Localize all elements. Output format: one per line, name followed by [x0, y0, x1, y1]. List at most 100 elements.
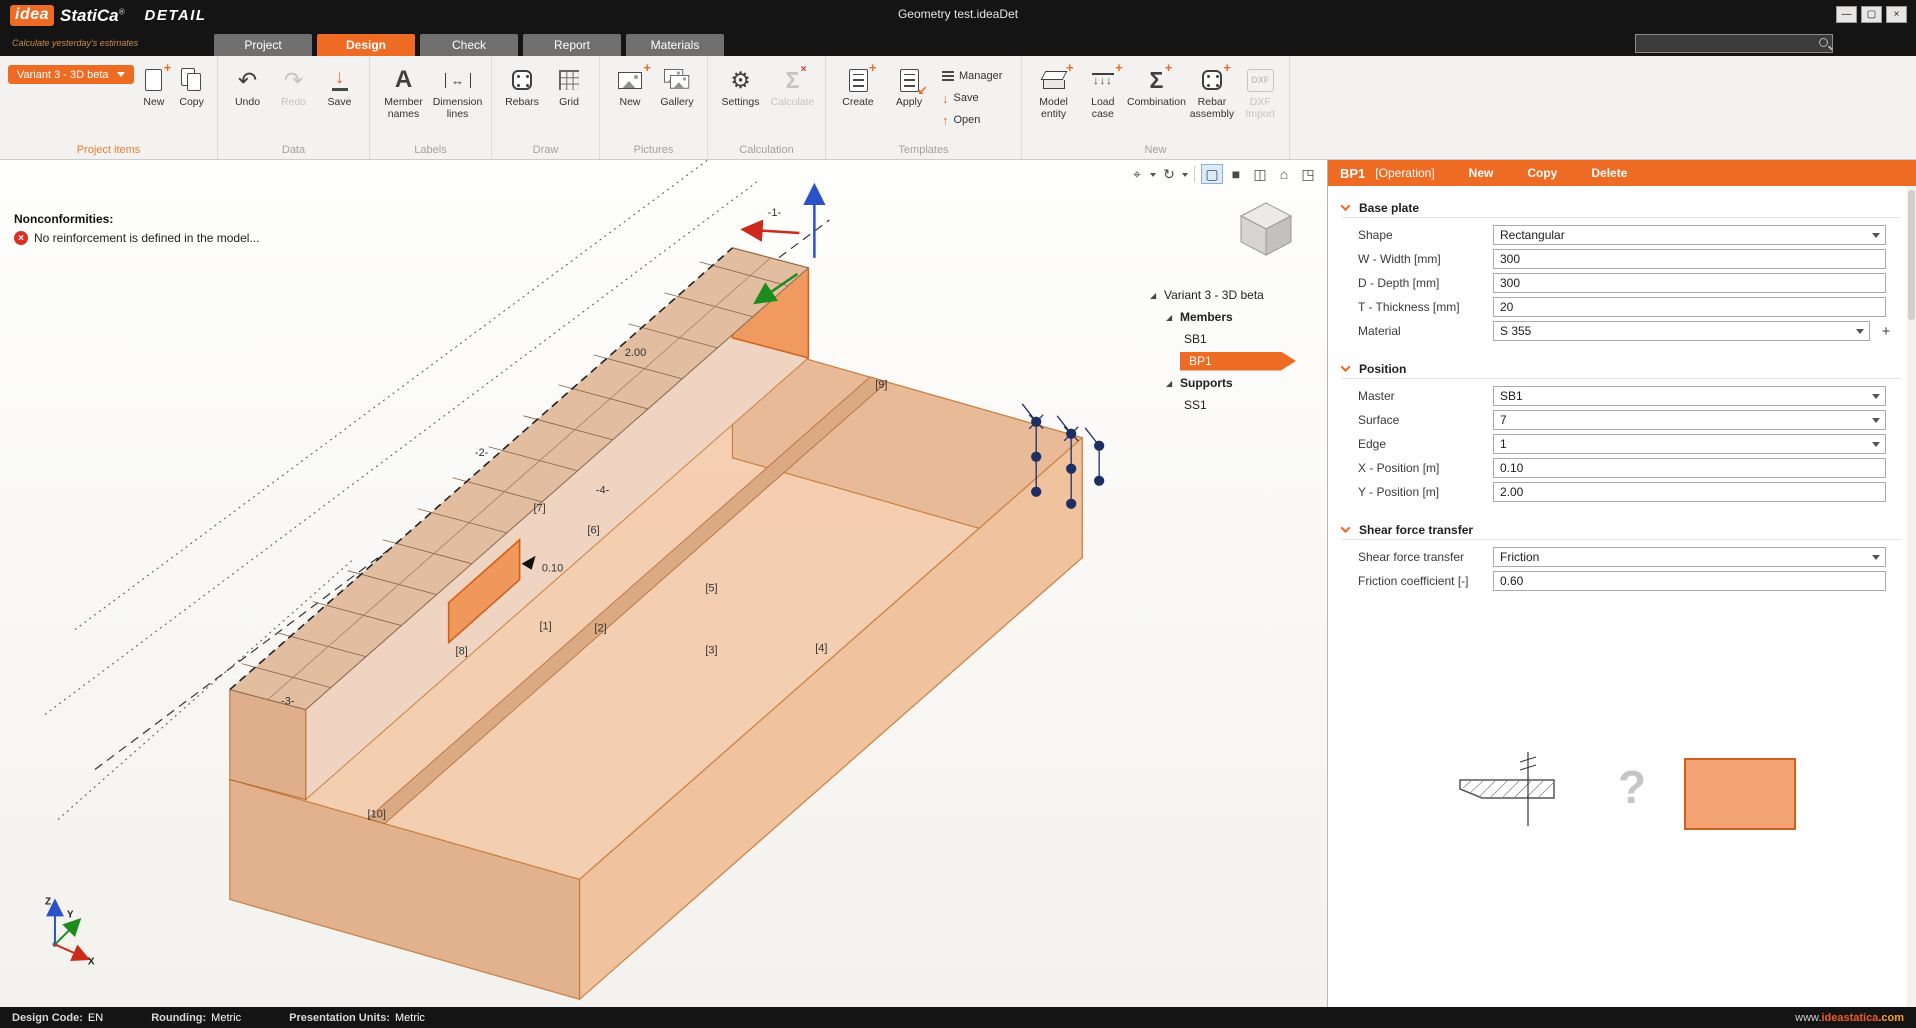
- apply-arrow-icon: ↙: [917, 83, 927, 97]
- grid-toggle[interactable]: Grid: [547, 60, 591, 134]
- section-tool-chevron-icon[interactable]: [1150, 173, 1156, 180]
- surface-select[interactable]: 7: [1493, 410, 1886, 430]
- thickness-input[interactable]: 20: [1493, 297, 1886, 317]
- shape-select[interactable]: Rectangular: [1493, 225, 1886, 245]
- template-create-button[interactable]: + Create: [834, 60, 882, 134]
- tree-item-members[interactable]: ◢ Members: [1150, 306, 1296, 328]
- variant-selector-label: Variant 3 - 3D beta: [17, 69, 109, 81]
- dxf-import-button[interactable]: DXF DXF Import: [1240, 60, 1282, 134]
- tree-item-sb1[interactable]: SB1: [1150, 328, 1296, 350]
- orbit-tool-chevron-icon[interactable]: [1182, 173, 1188, 180]
- save-button[interactable]: ↓ Save: [318, 60, 361, 134]
- gallery-button[interactable]: Gallery: [655, 60, 699, 134]
- shaded-view-icon[interactable]: ◫: [1249, 164, 1271, 184]
- search-box: [1635, 34, 1833, 53]
- member-names-label: Member names: [378, 97, 429, 120]
- calculate-button[interactable]: Σ× Calculate: [768, 60, 817, 134]
- surface-label: [6]: [587, 525, 599, 537]
- shear-transfer-select[interactable]: Friction: [1493, 547, 1886, 567]
- group-label-calculation: Calculation: [708, 144, 825, 156]
- friction-coefficient-label: Friction coefficient [-]: [1358, 574, 1468, 588]
- calculate-disabled-icon: ×: [801, 64, 807, 75]
- maximize-icon[interactable]: ▢: [1861, 6, 1882, 23]
- material-select[interactable]: S 355: [1493, 321, 1870, 341]
- orbit-tool-icon[interactable]: ↻: [1158, 164, 1180, 184]
- undo-button[interactable]: ↶ Undo: [226, 60, 269, 134]
- chevron-down-icon[interactable]: [1341, 201, 1351, 211]
- rebars-toggle[interactable]: Rebars: [500, 60, 544, 134]
- thickness-value: 20: [1500, 300, 1513, 314]
- tab-check[interactable]: Check: [420, 34, 518, 56]
- fit-view-icon[interactable]: ◳: [1297, 164, 1319, 184]
- expander-icon[interactable]: ◢: [1150, 291, 1159, 300]
- variant-selector-button[interactable]: Variant 3 - 3D beta: [8, 65, 134, 84]
- friction-coefficient-input[interactable]: 0.60: [1493, 571, 1886, 591]
- combination-sigma-icon: Σ: [1150, 67, 1164, 94]
- template-manager-button[interactable]: Manager: [936, 66, 1008, 86]
- width-value: 300: [1500, 252, 1520, 266]
- operation-copy-button[interactable]: Copy: [1527, 166, 1557, 180]
- expander-icon[interactable]: ◢: [1166, 313, 1175, 322]
- plate-plan-preview: [1684, 758, 1796, 830]
- x-position-input[interactable]: 0.10: [1493, 458, 1886, 478]
- dimension-lines-toggle[interactable]: ↔ Dimension lines: [432, 60, 483, 134]
- chevron-down-icon[interactable]: [1341, 362, 1351, 372]
- section-tool-icon[interactable]: ⌖: [1126, 164, 1148, 184]
- master-select[interactable]: SB1: [1493, 386, 1886, 406]
- navigation-cube[interactable]: [1231, 192, 1301, 262]
- chevron-down-icon: [117, 72, 125, 81]
- tree-item-variant[interactable]: ◢ Variant 3 - 3D beta: [1150, 284, 1296, 306]
- tree-item-ss1[interactable]: SS1: [1150, 394, 1296, 416]
- new-rebar-assembly-label: Rebar assembly: [1187, 97, 1236, 120]
- new-picture-button[interactable]: + New: [608, 60, 652, 134]
- y-position-input[interactable]: 2.00: [1493, 482, 1886, 502]
- new-combination-button[interactable]: Σ+ Combination: [1128, 60, 1184, 134]
- ribbon-group-calculation: ⚙ Settings Σ× Calculate Calculation: [708, 56, 826, 159]
- model-canvas[interactable]: 2.00 0.10 -1- -2- -3- -4- [1] [2] [3] [4…: [0, 160, 1327, 1006]
- redo-button[interactable]: ↷ Redo: [272, 60, 315, 134]
- website-link[interactable]: www.ideastatica.com: [1795, 1012, 1904, 1024]
- new-rebar-assembly-button[interactable]: + Rebar assembly: [1187, 60, 1236, 134]
- close-icon[interactable]: ×: [1886, 6, 1907, 23]
- minimize-icon[interactable]: —: [1836, 6, 1857, 23]
- operation-new-button[interactable]: New: [1469, 166, 1494, 180]
- new-picture-icon: [618, 72, 642, 89]
- home-view-icon[interactable]: ⌂: [1273, 164, 1295, 184]
- new-project-item-button[interactable]: + New: [137, 60, 172, 134]
- chevron-down-icon[interactable]: [1341, 523, 1351, 533]
- tree-item-bp1[interactable]: BP1: [1150, 350, 1296, 372]
- tree-item-supports[interactable]: ◢ Supports: [1150, 372, 1296, 394]
- wireframe-view-icon[interactable]: ▢: [1201, 164, 1223, 184]
- template-apply-button[interactable]: ↙ Apply: [885, 60, 933, 134]
- copy-project-item-button[interactable]: Copy: [174, 60, 209, 134]
- save-label: Save: [328, 97, 352, 109]
- new-model-entity-button[interactable]: + Model entity: [1030, 60, 1077, 134]
- properties-panel: BP1 [Operation] New Copy Delete Base pla…: [1328, 160, 1916, 1007]
- settings-button[interactable]: ⚙ Settings: [716, 60, 765, 134]
- template-save-button[interactable]: ↓ Save: [936, 88, 1008, 108]
- depth-input[interactable]: 300: [1493, 273, 1886, 293]
- template-create-label: Create: [842, 97, 874, 109]
- properties-header: BP1 [Operation] New Copy Delete: [1328, 160, 1916, 186]
- template-open-button[interactable]: ↑ Open: [936, 110, 1008, 130]
- chevron-down-icon: [1872, 394, 1880, 403]
- member-names-toggle[interactable]: A Member names: [378, 60, 429, 134]
- search-input[interactable]: [1636, 35, 1832, 52]
- tab-design[interactable]: Design: [317, 34, 415, 56]
- edge-select[interactable]: 1: [1493, 434, 1886, 454]
- add-material-button[interactable]: +: [1877, 321, 1895, 341]
- template-create-icon: [849, 69, 868, 92]
- surface-label: [2]: [594, 623, 606, 635]
- tab-project[interactable]: Project: [214, 34, 312, 56]
- tab-report[interactable]: Report: [523, 34, 621, 56]
- new-load-case-button[interactable]: ↓↓↓+ Load case: [1080, 60, 1125, 134]
- operation-delete-button[interactable]: Delete: [1591, 166, 1627, 180]
- solid-view-icon[interactable]: ■: [1225, 164, 1247, 184]
- scrollbar-thumb[interactable]: [1908, 190, 1915, 320]
- chevron-down-icon: [1872, 233, 1880, 242]
- tab-materials[interactable]: Materials: [626, 34, 724, 56]
- width-input[interactable]: 300: [1493, 249, 1886, 269]
- open-template-icon: ↑: [942, 113, 949, 128]
- calculate-label: Calculate: [771, 97, 815, 109]
- expander-icon[interactable]: ◢: [1166, 379, 1175, 388]
